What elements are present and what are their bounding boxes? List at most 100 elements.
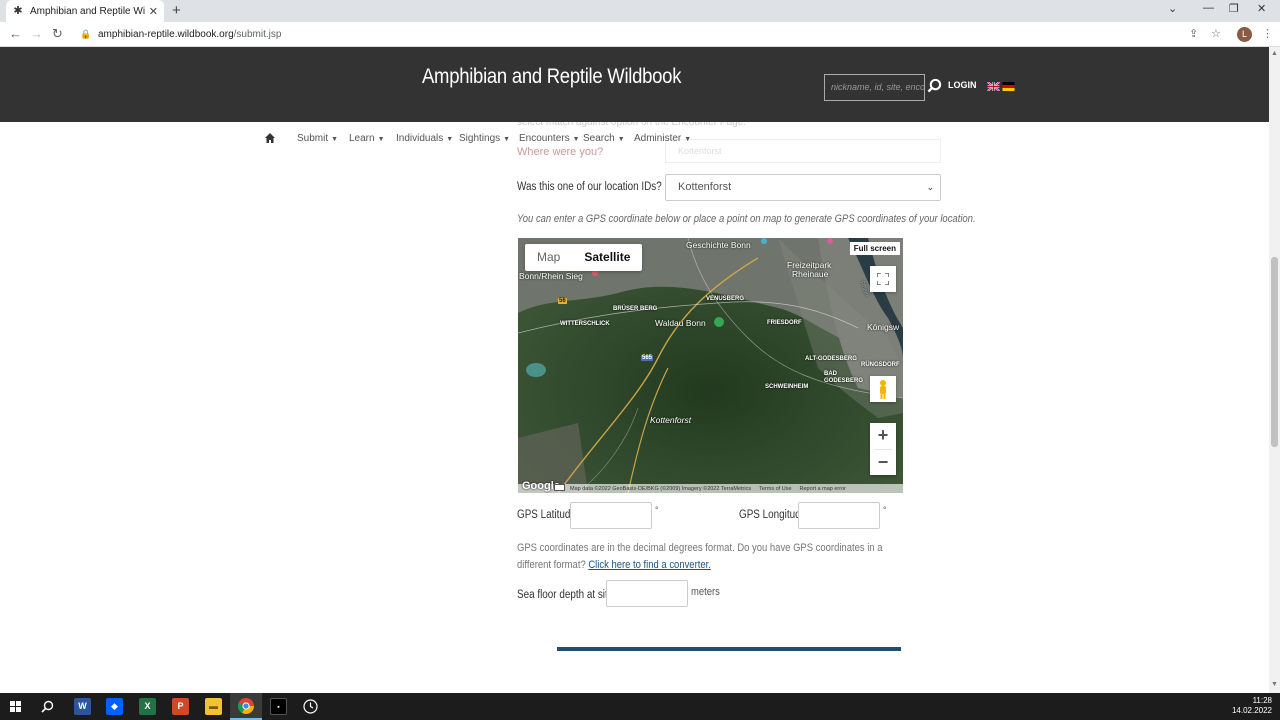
map-label-venusberg: VENUSBERG [706, 296, 745, 302]
section-divider [557, 647, 901, 651]
street-view-pegman-button[interactable] [870, 376, 896, 402]
share-icon[interactable]: ⇪ [1189, 27, 1198, 40]
fullscreen-tooltip: Full screen [849, 242, 900, 255]
nav-search[interactable]: Search ▼ [583, 133, 625, 144]
caret-down-icon: ▼ [572, 136, 580, 143]
nav-encounters-label: Encounters [519, 133, 570, 144]
site-title[interactable]: Amphibian and Reptile Wildbook [422, 65, 681, 89]
clock-time: 11:28 [1252, 696, 1272, 705]
chrome-icon [238, 698, 254, 714]
powerpoint-icon[interactable]: P [172, 698, 189, 715]
keyboard-shortcuts-icon[interactable] [554, 484, 565, 491]
map-label-konigsw: Königsw [867, 322, 900, 332]
restore-icon[interactable]: ❐ [1229, 2, 1239, 15]
scroll-up-icon[interactable]: ▲ [1271, 50, 1278, 57]
page-scrollbar[interactable]: ▲ ▼ [1269, 47, 1280, 693]
degree-symbol-lon: ° [883, 505, 887, 515]
map-type-control: Map Satellite [525, 244, 643, 271]
nav-learn-label: Learn [349, 133, 375, 144]
map-label-bruser-berg: BRÜSER BERG [613, 306, 658, 312]
chrome-taskbar-active[interactable] [230, 693, 262, 720]
excel-icon[interactable]: X [139, 698, 156, 715]
converter-link[interactable]: Click here to find a converter. [588, 559, 711, 571]
map-label-rheinaue: Rheinaue [792, 269, 829, 279]
nav-learn[interactable]: Learn ▼ [349, 133, 385, 144]
login-link[interactable]: LOGIN [948, 80, 977, 90]
degree-symbol-lat: ° [655, 505, 659, 515]
map-label-kottenforst: Kottenforst [650, 415, 692, 425]
fullscreen-icon [876, 272, 890, 286]
terms-of-use-link[interactable]: Terms of Use [759, 486, 791, 492]
sea-floor-depth-input[interactable] [606, 580, 688, 607]
tab-search-icon[interactable]: ⌄ [1168, 2, 1177, 15]
minimize-icon[interactable]: — [1203, 2, 1214, 14]
nav-individuals[interactable]: Individuals ▼ [396, 133, 453, 144]
gps-latitude-input[interactable] [570, 502, 652, 529]
gps-longitude-input[interactable] [798, 502, 880, 529]
location-id-label: Was this one of our location IDs? [517, 181, 662, 193]
taskbar-search-icon[interactable] [41, 700, 54, 713]
map-label-bad-godesberg: BAD GODESBERG [824, 371, 864, 384]
new-tab-icon[interactable]: + [172, 2, 181, 19]
zoom-in-button[interactable]: + [870, 423, 896, 449]
english-flag-icon[interactable] [987, 82, 1000, 91]
nav-administer[interactable]: Administer ▼ [634, 133, 691, 144]
map-label-schweinheim: SCHWEINHEIM [765, 384, 809, 390]
clock-date: 14.02.2022 [1231, 706, 1272, 715]
location-id-select[interactable]: Kottenforst ⌄ [665, 174, 941, 201]
reload-icon[interactable]: ↻ [52, 26, 63, 42]
caret-down-icon: ▼ [446, 136, 454, 143]
nav-sightings-label: Sightings [459, 133, 501, 144]
tab-title: Amphibian and Reptile Wildbook [30, 5, 145, 17]
clock-app-icon[interactable] [303, 699, 318, 714]
terminal-app-icon[interactable]: ▪ [270, 698, 287, 715]
zoom-out-button[interactable]: − [870, 450, 896, 476]
fullscreen-button[interactable] [870, 266, 896, 292]
map-label-rungsdorf: RÜNGSDORF [861, 362, 900, 368]
map-type-satellite-button[interactable]: Satellite [572, 244, 642, 271]
caret-down-icon: ▼ [617, 136, 625, 143]
bookmark-star-icon[interactable]: ☆ [1211, 27, 1221, 40]
profile-avatar[interactable]: L [1237, 27, 1252, 42]
close-window-icon[interactable]: ✕ [1257, 2, 1266, 15]
map-label-witterschlick: WITTERSCHLICK [560, 321, 610, 327]
search-icon[interactable] [927, 78, 942, 93]
browser-toolbar: ← → ↻ 🔒 amphibian-reptile.wildbook.org/s… [0, 22, 1280, 47]
nav-submit[interactable]: Submit ▼ [297, 133, 338, 144]
tab-strip: ✱ Amphibian and Reptile Wildbook ✕ + ⌄ —… [0, 0, 1280, 22]
nav-individuals-label: Individuals [396, 133, 444, 144]
browser-menu-icon[interactable]: ⋮ [1262, 27, 1273, 40]
scroll-down-icon[interactable]: ▼ [1271, 681, 1278, 688]
scrollbar-thumb[interactable] [1271, 257, 1278, 447]
gps-hint: You can enter a GPS coordinate below or … [517, 213, 976, 225]
caret-down-icon: ▼ [331, 136, 339, 143]
browser-tab[interactable]: ✱ Amphibian and Reptile Wildbook ✕ [6, 0, 164, 22]
back-icon[interactable]: ← [9, 26, 22, 41]
german-flag-icon[interactable] [1002, 82, 1015, 91]
system-clock[interactable]: 11:28 14.02.2022 [1232, 696, 1272, 716]
sea-floor-depth-label: Sea floor depth at site [517, 589, 614, 601]
map-label-alt-godesberg: ALT-GODESBERG [805, 356, 857, 362]
site-header: Amphibian and Reptile Wildbook nickname,… [0, 47, 1269, 122]
file-explorer-icon[interactable]: ▬ [205, 698, 222, 715]
nav-encounters[interactable]: Encounters ▼ [519, 133, 580, 144]
close-tab-icon[interactable]: ✕ [149, 5, 158, 18]
windows-taskbar: W ◆ X P ▬ ▪ 11:28 14.02.2022 [0, 693, 1280, 720]
windows-start-icon[interactable] [10, 701, 21, 712]
home-icon[interactable] [264, 132, 276, 144]
address-bar[interactable]: 🔒 amphibian-reptile.wildbook.org/submit.… [74, 24, 1224, 44]
url-host: amphibian-reptile.wildbook.org [98, 28, 234, 40]
dropbox-icon[interactable]: ◆ [106, 698, 123, 715]
web-page: select match against option on the Encou… [0, 47, 1269, 693]
nav-sightings[interactable]: Sightings ▼ [459, 133, 510, 144]
word-icon[interactable]: W [74, 698, 91, 715]
caret-down-icon: ▼ [503, 136, 511, 143]
header-search-input[interactable]: nickname, id, site, encou [824, 74, 925, 101]
map-type-map-button[interactable]: Map [525, 244, 572, 271]
gps-latitude-label: GPS Latitude [517, 509, 576, 521]
report-map-error-link[interactable]: Report a map error [800, 486, 846, 492]
forward-icon[interactable]: → [30, 26, 43, 41]
location-map[interactable]: Geschichte Bonn Freizeitpark Rheinaue Bo… [518, 238, 903, 493]
caret-down-icon: ▼ [684, 136, 692, 143]
map-attribution-bar: Map data ©2022 GeoBasis-DE/BKG (©2009) I… [518, 484, 903, 493]
